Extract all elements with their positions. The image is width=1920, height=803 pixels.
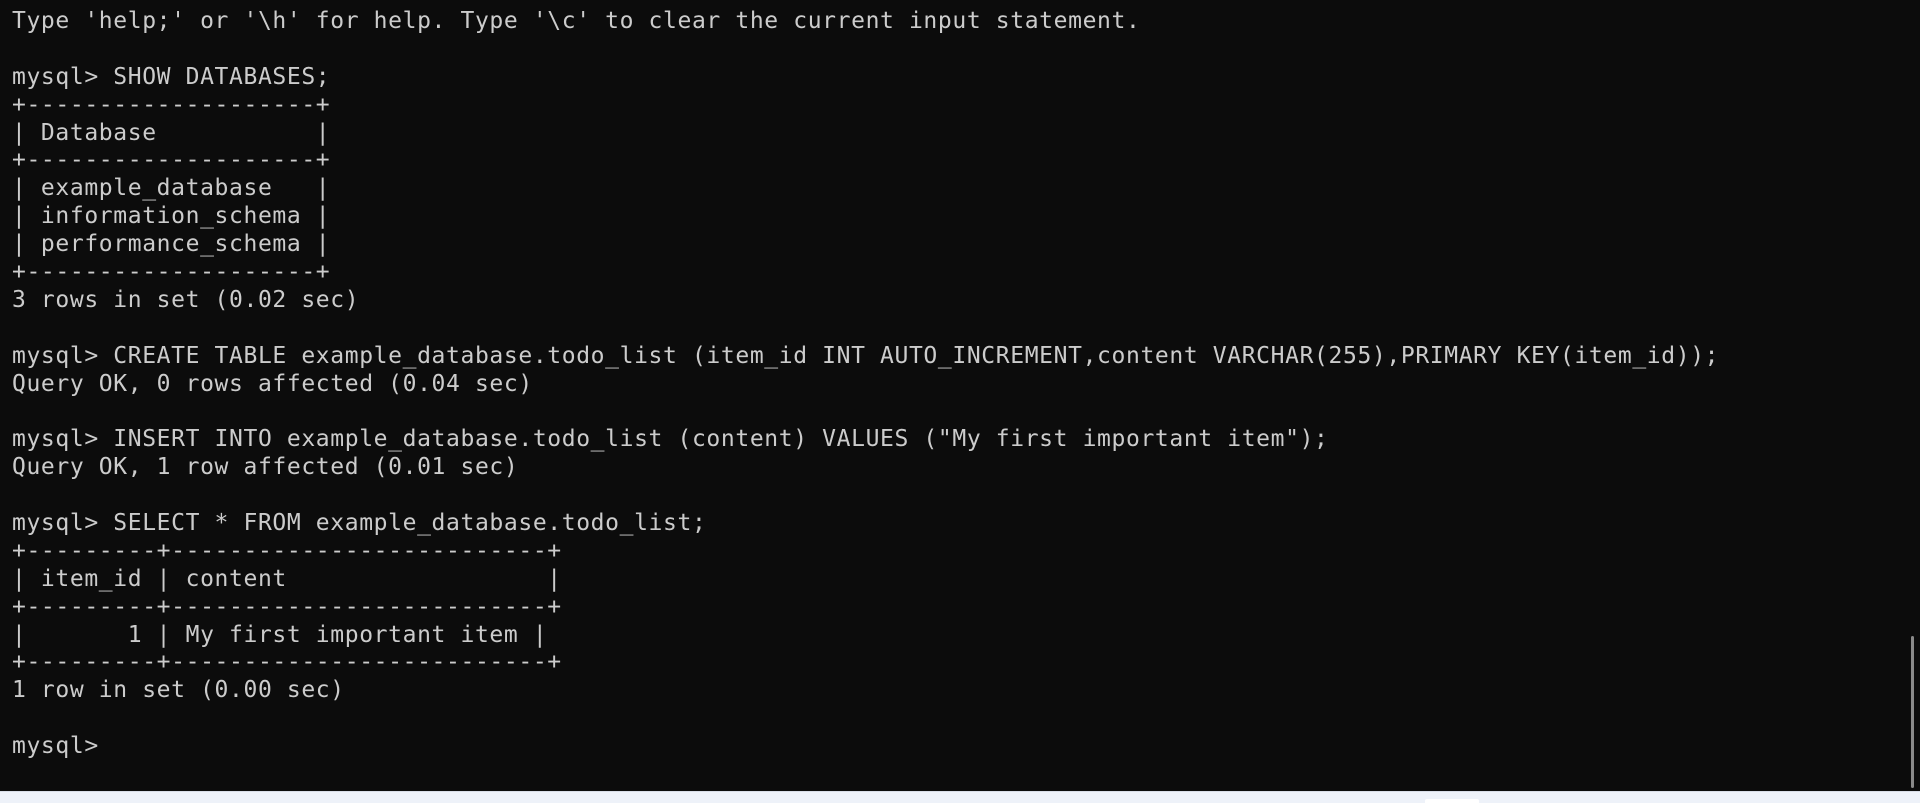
terminal-line-result-summary: 3 rows in set (0.02 sec) — [12, 286, 360, 313]
terminal-line-table-border: +--------------------+ — [12, 147, 331, 174]
taskbar-edge — [0, 791, 1920, 803]
terminal-line-help-hint: Type 'help;' or '\h' for help. Type '\c'… — [12, 8, 1141, 34]
terminal-line-create-table-command: mysql> CREATE TABLE example_database.tod… — [12, 342, 1720, 369]
terminal-line-table-border: +--------------------+ — [12, 91, 331, 118]
terminal-line-query-ok: Query OK, 1 row affected (0.01 sec) — [12, 454, 519, 481]
terminal-line-todo-header: | item_id | content | — [12, 565, 562, 592]
terminal-line-table-border: +---------+--------------------------+ — [12, 593, 562, 620]
terminal-output[interactable]: Type 'help;' or '\h' for help. Type '\c'… — [12, 8, 1892, 761]
terminal-line-todo-row: | 1 | My first important item | — [12, 621, 548, 648]
taskbar-item[interactable] — [1425, 799, 1479, 803]
terminal-line-query-ok: Query OK, 0 rows affected (0.04 sec) — [12, 370, 533, 397]
terminal-window[interactable]: Type 'help;' or '\h' for help. Type '\c'… — [0, 0, 1920, 791]
terminal-line-select-command: mysql> SELECT * FROM example_database.to… — [12, 510, 707, 537]
terminal-line-databases-header: | Database | — [12, 119, 331, 146]
terminal-line-database-row: | information_schema | — [12, 203, 331, 230]
terminal-line-table-border: +--------------------+ — [12, 259, 331, 286]
terminal-line-database-row: | example_database | — [12, 175, 331, 202]
terminal-line-insert-command: mysql> INSERT INTO example_database.todo… — [12, 426, 1329, 453]
scrollbar-thumb[interactable] — [1911, 636, 1914, 788]
terminal-line-table-border: +---------+--------------------------+ — [12, 649, 562, 676]
terminal-input-prompt[interactable]: mysql> — [12, 733, 1892, 761]
terminal-line-table-border: +---------+--------------------------+ — [12, 537, 562, 564]
vertical-scrollbar[interactable] — [1906, 0, 1920, 791]
terminal-line-show-databases-command: mysql> SHOW DATABASES; — [12, 63, 331, 90]
terminal-line-result-summary: 1 row in set (0.00 sec) — [12, 677, 345, 704]
terminal-line-database-row: | performance_schema | — [12, 231, 331, 258]
